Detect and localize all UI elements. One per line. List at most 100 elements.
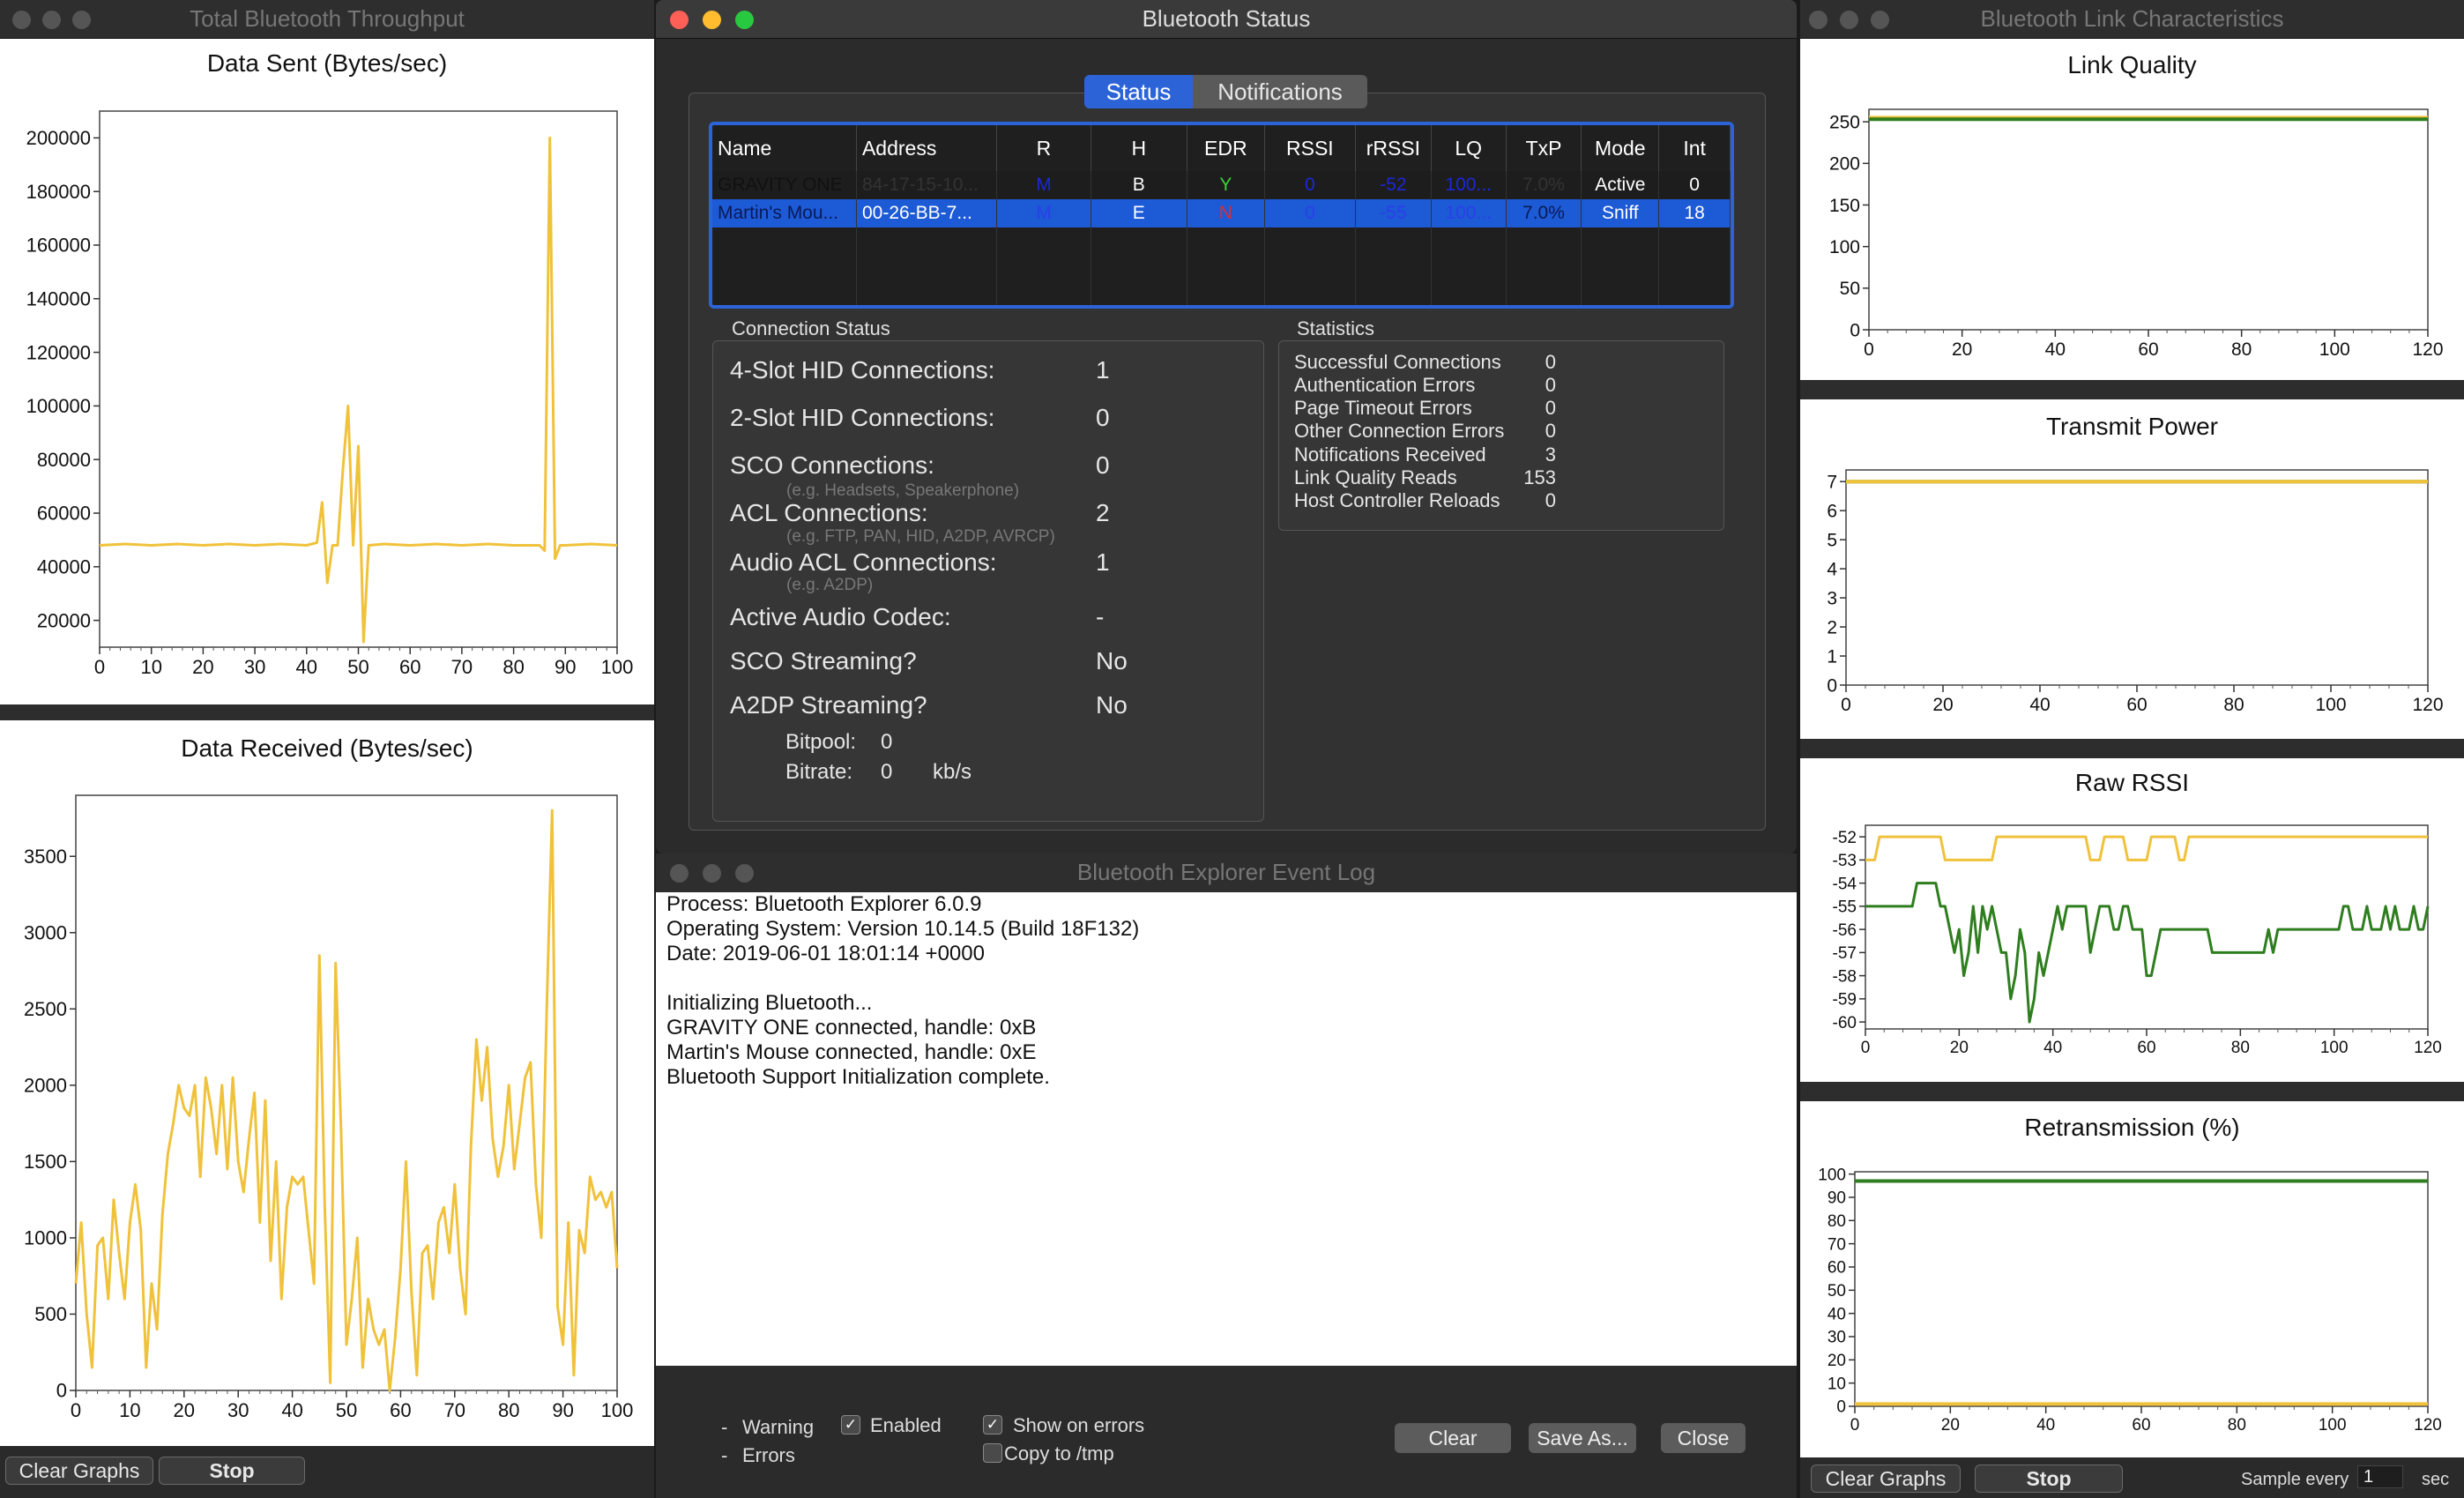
column-header-int[interactable]: Int	[1658, 125, 1731, 171]
column-header-txp[interactable]: TxP	[1506, 125, 1582, 171]
conn-hint-acl: (e.g. FTP, PAN, HID, A2DP, AVRCP)	[786, 527, 1055, 546]
x-tick-label: 100	[2319, 1416, 2347, 1435]
stat-label: Page Timeout Errors	[1294, 397, 1472, 419]
stat-value: 0	[1545, 351, 1556, 373]
y-tick-label: 20000	[37, 609, 91, 631]
y-tick-label: -60	[1833, 1014, 1857, 1032]
clear-graphs-button[interactable]: Clear Graphs	[5, 1457, 153, 1485]
y-tick-label: -52	[1833, 829, 1857, 847]
cell-address: 84-17-15-10...	[856, 171, 998, 199]
raw-rssi-chart: -60 -59 -58 -57 -56 -55 -54 -53 -52 0 20 40 60 80 100 1…	[1833, 824, 2442, 1057]
column-header-name[interactable]: Name	[712, 125, 857, 171]
show-on-errors-checkbox[interactable]: ✓	[983, 1415, 1002, 1435]
device-table-container: Name Address R H EDR RSSI rRSSI LQ TxP M…	[709, 122, 1734, 309]
table-row-selected[interactable]: Martin's Mou... 00-26-BB-7... M E N 0 -5…	[712, 199, 1731, 227]
retransmission-pane: Retransmission (%) 0 10 20 30 40 50 60 70 80 90 10…	[1800, 1101, 2464, 1457]
x-tick-label: 50	[336, 1399, 357, 1421]
cell-r: M	[996, 199, 1091, 227]
x-tick-label: 20	[1941, 1416, 1960, 1435]
y-tick-label: 250	[1829, 113, 1860, 133]
stat-label: Other Connection Errors	[1294, 420, 1505, 442]
cell-rrssi: -52	[1355, 171, 1432, 199]
x-tick-label: 120	[2414, 1039, 2442, 1057]
status-titlebar[interactable]: Bluetooth Status	[656, 0, 1797, 39]
enabled-label: Enabled	[870, 1414, 942, 1436]
cell-h: B	[1091, 171, 1187, 199]
cell-lq: 100...	[1431, 171, 1507, 199]
y-tick-label: 80	[1828, 1212, 1846, 1231]
x-tick-label: 50	[347, 656, 368, 678]
conn-value-sco: 0	[1096, 451, 1110, 479]
y-tick-label: -58	[1833, 967, 1857, 986]
column-header-mode[interactable]: Mode	[1581, 125, 1660, 171]
x-tick-label: 20	[1950, 1039, 1969, 1057]
y-tick-label: 2500	[24, 998, 67, 1020]
tab-notifications[interactable]: Notifications	[1193, 75, 1367, 108]
copy-to-tmp-checkbox[interactable]	[983, 1443, 1002, 1463]
x-tick-label: 0	[94, 656, 105, 678]
y-tick-label: 3000	[24, 921, 67, 943]
stat-value: 153	[1523, 466, 1556, 488]
stat-label: Authentication Errors	[1294, 374, 1476, 396]
split-divider[interactable]	[0, 704, 654, 720]
cell-name: Martin's Mou...	[712, 199, 857, 227]
x-tick-label: 0	[71, 1399, 81, 1421]
x-tick-label: 80	[498, 1399, 519, 1421]
column-header-rssi[interactable]: RSSI	[1264, 125, 1356, 171]
column-header-h[interactable]: H	[1091, 125, 1187, 171]
tab-status[interactable]: Status	[1084, 75, 1193, 108]
clear-log-button[interactable]: Clear	[1395, 1423, 1511, 1453]
y-tick-label: 100	[1829, 237, 1860, 257]
x-tick-label: 0	[1850, 1416, 1860, 1435]
table-row[interactable]: GRAVITY ONE 84-17-15-10... M B Y 0 -52 1…	[712, 171, 1731, 199]
column-header-edr[interactable]: EDR	[1187, 125, 1265, 171]
throughput-titlebar[interactable]: Total Bluetooth Throughput	[0, 0, 654, 39]
stop-button[interactable]: Stop	[1975, 1464, 2123, 1493]
y-tick-label: -57	[1833, 944, 1857, 963]
y-tick-label: 10	[1828, 1375, 1846, 1393]
x-tick-label: 60	[2126, 695, 2147, 715]
bitpool-value: 0	[881, 730, 893, 754]
conn-label-2slot: 2-Slot HID Connections:	[730, 404, 995, 431]
link-quality-pane: Link Quality 0 50 100 150 200 250 0 20 40 60 80 100…	[1800, 39, 2464, 380]
split-divider[interactable]	[1800, 1082, 2464, 1101]
cell-edr: N	[1187, 199, 1265, 227]
log-line: Martin's Mouse connected, handle: 0xE	[666, 1040, 1037, 1064]
column-header-rrssi[interactable]: rRSSI	[1355, 125, 1432, 171]
x-tick-label: 40	[2045, 339, 2066, 360]
y-tick-label: 20	[1828, 1352, 1846, 1370]
column-header-address[interactable]: Address	[856, 125, 998, 171]
stop-button[interactable]: Stop	[159, 1457, 305, 1485]
x-tick-label: 100	[2319, 339, 2350, 360]
x-tick-label: 60	[2137, 1039, 2155, 1057]
sent-chart-pane: Data Sent (Bytes/sec) 20000 40000 60000 800…	[0, 39, 654, 704]
x-tick-label: 80	[2231, 339, 2252, 360]
table-header-row: Name Address R H EDR RSSI rRSSI LQ TxP M…	[712, 125, 1731, 171]
window-title: Total Bluetooth Throughput	[190, 5, 465, 32]
stat-value: 0	[1545, 489, 1556, 511]
x-tick-label: 30	[244, 656, 265, 678]
y-tick-label: 60	[1828, 1259, 1846, 1278]
column-header-r[interactable]: R	[996, 125, 1091, 171]
enabled-checkbox[interactable]: ✓	[841, 1415, 860, 1435]
device-table: Name Address R H EDR RSSI rRSSI LQ TxP M…	[712, 125, 1731, 305]
save-as-button[interactable]: Save As...	[1529, 1423, 1636, 1453]
x-tick-label: 80	[2223, 695, 2244, 715]
y-tick-label: 0	[56, 1380, 67, 1402]
plot-area	[1845, 469, 2429, 686]
split-divider[interactable]	[1800, 380, 2464, 399]
sample-interval-input[interactable]	[2357, 1465, 2403, 1488]
log-line: GRAVITY ONE connected, handle: 0xB	[666, 1016, 1037, 1040]
event-log-titlebar[interactable]: Bluetooth Explorer Event Log	[656, 853, 1797, 893]
event-log-text[interactable]: Process: Bluetooth Explorer 6.0.9 Operat…	[656, 892, 1797, 1366]
split-divider[interactable]	[1800, 739, 2464, 758]
clear-graphs-button[interactable]: Clear Graphs	[1811, 1464, 1961, 1493]
stat-label: Host Controller Reloads	[1294, 489, 1500, 511]
x-tick-label: 80	[2231, 1039, 2250, 1057]
close-log-button[interactable]: Close	[1661, 1423, 1746, 1453]
warning-bullet: -	[721, 1416, 728, 1438]
column-header-lq[interactable]: LQ	[1431, 125, 1507, 171]
y-tick-label: 0	[1836, 1398, 1846, 1417]
y-tick-label: 3500	[24, 846, 67, 868]
link-titlebar[interactable]: Bluetooth Link Characteristics	[1800, 0, 2464, 39]
